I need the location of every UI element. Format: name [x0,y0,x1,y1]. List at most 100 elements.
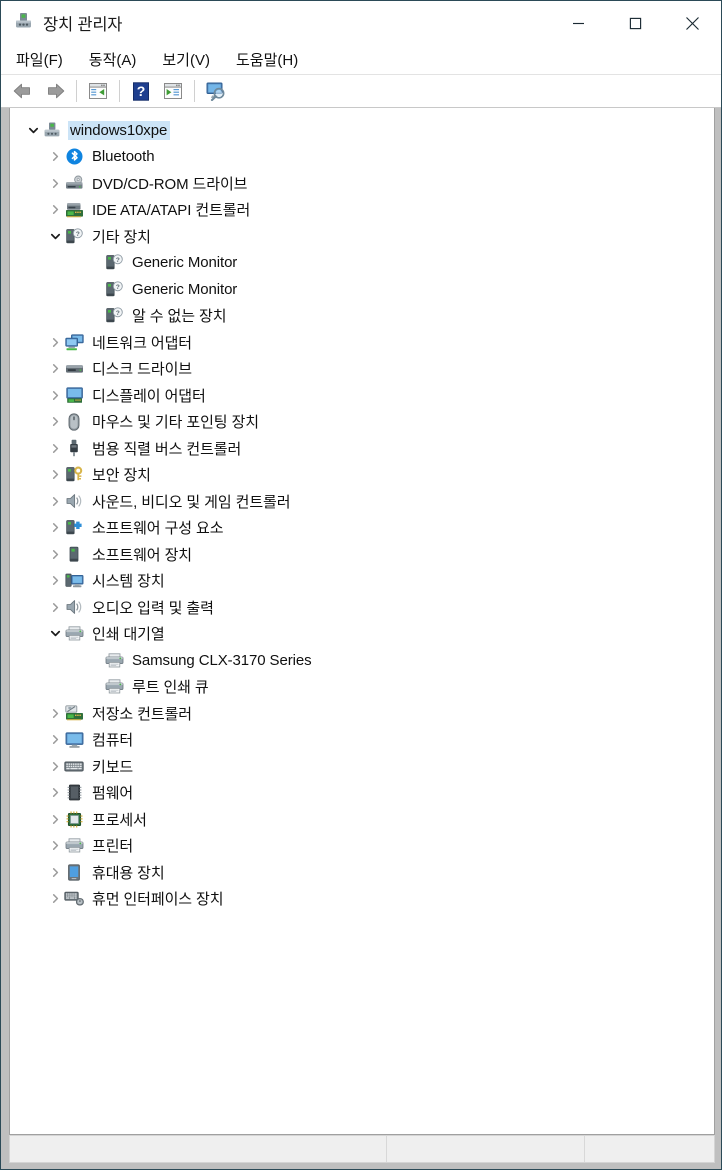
usb-icon [64,439,84,457]
unknown-device-icon: ? [104,254,124,271]
tree-row[interactable]: 컴퓨터 [10,727,714,754]
tree-row[interactable]: 루트 인쇄 큐 [10,674,714,701]
tree-item-label: Bluetooth [92,148,155,166]
chevron-right-icon[interactable] [46,443,64,454]
tree-row[interactable]: 오디오 입력 및 출력 [10,594,714,621]
chevron-down-icon[interactable] [46,628,64,639]
tree-row[interactable]: windows10xpe [10,117,714,144]
speaker-icon [64,493,84,509]
tree-row[interactable]: 시스템 장치 [10,568,714,595]
tree-row[interactable]: 키보드 [10,753,714,780]
chevron-right-icon[interactable] [46,734,64,745]
menu-view[interactable]: 보기(V) [160,47,212,72]
keyboard-icon [64,760,84,773]
chevron-right-icon[interactable] [46,840,64,851]
tree-row[interactable]: 프린터 [10,833,714,860]
update-driver-icon [163,82,183,100]
tree-row[interactable]: ? 알 수 없는 장치 [10,303,714,330]
tree-item-label: 오디오 입력 및 출력 [92,599,214,617]
chevron-right-icon[interactable] [46,814,64,825]
system-device-icon [64,572,84,589]
chevron-right-icon[interactable] [46,549,64,560]
chevron-right-icon[interactable] [46,893,64,904]
disk-drive-icon [64,362,84,376]
tree-row[interactable]: 사운드, 비디오 및 게임 컨트롤러 [10,488,714,515]
tree-row[interactable]: 보안 장치 [10,462,714,489]
chevron-right-icon[interactable] [46,204,64,215]
title-bar: 장치 관리자 [1,1,721,45]
chevron-right-icon[interactable] [46,761,64,772]
tree-row[interactable]: 디스크 드라이브 [10,356,714,383]
tree-row[interactable]: ? Generic Monitor [10,276,714,303]
device-tree-pane[interactable]: windows10xpe Bluetooth DVD/CD-ROM 드라이브 I… [9,108,715,1135]
chevron-right-icon[interactable] [46,708,64,719]
portable-device-icon [64,864,84,881]
chevron-right-icon[interactable] [46,337,64,348]
tree-item-label: IDE ATA/ATAPI 컨트롤러 [92,202,251,220]
tree-row[interactable]: 디스플레이 어댑터 [10,382,714,409]
properties-button[interactable] [82,77,114,105]
menu-action[interactable]: 동작(A) [87,47,139,72]
tree-row[interactable]: 휴대용 장치 [10,859,714,886]
tree-row[interactable]: 프로세서 [10,806,714,833]
storage-controller-icon [64,705,84,722]
tree-row[interactable]: Samsung CLX-3170 Series [10,647,714,674]
tree-item-label: 프린터 [92,838,134,856]
chevron-right-icon[interactable] [46,416,64,427]
menu-help[interactable]: 도움말(H) [234,47,300,72]
printer-icon [64,838,84,853]
window-title: 장치 관리자 [43,16,123,34]
tree-row[interactable]: DVD/CD-ROM 드라이브 [10,170,714,197]
close-button[interactable] [664,1,721,45]
chevron-right-icon[interactable] [46,602,64,613]
help-button[interactable]: ? [125,77,157,105]
properties-icon [88,82,108,100]
tree-row[interactable]: 저장소 컨트롤러 [10,700,714,727]
chevron-right-icon[interactable] [46,522,64,533]
tree-row[interactable]: ? Generic Monitor [10,250,714,277]
minimize-button[interactable] [550,1,607,45]
tree-row[interactable]: 네트워크 어댑터 [10,329,714,356]
hid-icon [64,891,84,906]
tree-row[interactable]: 마우스 및 기타 포인팅 장치 [10,409,714,436]
forward-button[interactable] [39,77,71,105]
chevron-right-icon[interactable] [46,151,64,162]
chevron-down-icon[interactable] [24,125,42,136]
printer-icon [64,626,84,641]
chevron-right-icon[interactable] [46,178,64,189]
dvd-drive-icon [64,175,84,191]
tree-row[interactable]: ? 기타 장치 [10,223,714,250]
tree-item-label: 소프트웨어 장치 [92,546,192,564]
tree-item-label: 디스플레이 어댑터 [92,387,206,405]
status-bar [1,1135,721,1169]
back-button[interactable] [7,77,39,105]
update-driver-button[interactable] [157,77,189,105]
tree-row[interactable]: 휴먼 인터페이스 장치 [10,886,714,913]
tree-item-label: Generic Monitor [132,254,238,272]
toolbar-separator-3 [194,80,195,102]
tree-row[interactable]: 펌웨어 [10,780,714,807]
tree-row[interactable]: 인쇄 대기열 [10,621,714,648]
svg-text:?: ? [116,284,120,291]
chevron-down-icon[interactable] [46,231,64,242]
security-device-icon [64,466,84,483]
tree-row[interactable]: IDE ATA/ATAPI 컨트롤러 [10,197,714,224]
scan-hardware-button[interactable] [200,77,232,105]
tree-item-label: 소프트웨어 구성 요소 [92,520,224,538]
tree-row[interactable]: Bluetooth [10,144,714,171]
chevron-right-icon[interactable] [46,390,64,401]
chevron-right-icon[interactable] [46,363,64,374]
network-adapter-icon [64,334,84,351]
maximize-button[interactable] [607,1,664,45]
tree-row[interactable]: 범용 직렬 버스 컨트롤러 [10,435,714,462]
tree-row[interactable]: 소프트웨어 장치 [10,541,714,568]
chevron-right-icon[interactable] [46,469,64,480]
status-cell-3 [585,1136,714,1162]
tree-row[interactable]: 소프트웨어 구성 요소 [10,515,714,542]
chevron-right-icon[interactable] [46,867,64,878]
chevron-right-icon[interactable] [46,575,64,586]
tree-item-label: 컴퓨터 [92,732,134,750]
chevron-right-icon[interactable] [46,787,64,798]
chevron-right-icon[interactable] [46,496,64,507]
menu-file[interactable]: 파일(F) [14,47,65,72]
